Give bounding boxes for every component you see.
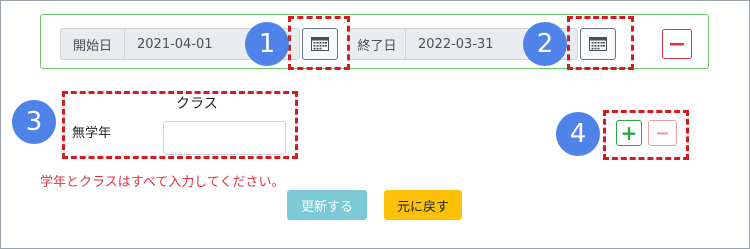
highlight-1 — [288, 16, 350, 70]
grade-label: 無学年 — [72, 126, 112, 141]
reset-button[interactable]: 元に戻す — [384, 190, 462, 220]
class-input[interactable] — [163, 121, 286, 155]
update-button[interactable]: 更新する — [287, 190, 367, 220]
start-date-label: 開始日 — [61, 29, 125, 59]
end-date-label: 終了日 — [349, 29, 406, 59]
callout-badge-1: 1 — [245, 22, 289, 66]
minus-icon: − — [667, 31, 687, 57]
highlight-2 — [567, 16, 634, 70]
minus-icon: − — [654, 122, 671, 144]
add-row-button[interactable]: + — [616, 120, 642, 146]
callout-badge-4: 4 — [556, 112, 600, 156]
error-message: 学年とクラスはすべて入力してください。 — [40, 175, 285, 190]
class-header: クラス — [176, 96, 218, 112]
plus-icon: + — [620, 121, 638, 145]
callout-badge-2: 2 — [523, 22, 567, 66]
callout-badge-3: 3 — [12, 100, 56, 144]
remove-row-button[interactable]: − — [648, 120, 677, 146]
remove-date-range-button[interactable]: − — [662, 29, 692, 59]
